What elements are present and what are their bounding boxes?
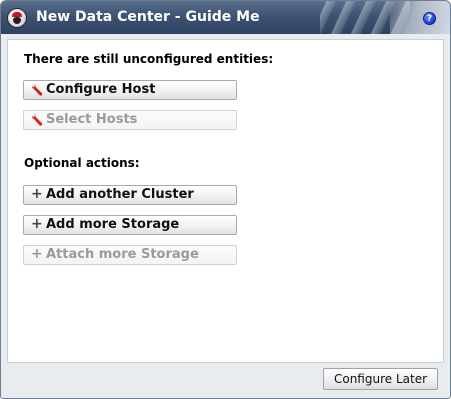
logo-face-shape bbox=[13, 17, 21, 24]
select-hosts-button[interactable]: Select Hosts bbox=[23, 110, 237, 130]
add-more-storage-label: Add more Storage bbox=[46, 217, 180, 232]
attach-more-storage-button[interactable]: + Attach more Storage bbox=[23, 245, 237, 265]
select-hosts-label: Select Hosts bbox=[46, 112, 138, 127]
attach-more-storage-label: Attach more Storage bbox=[46, 247, 199, 262]
app-logo-icon bbox=[7, 8, 27, 28]
dialog-content: There are still unconfigured entities: C… bbox=[7, 39, 444, 363]
add-another-cluster-button[interactable]: + Add another Cluster bbox=[23, 185, 237, 205]
configure-host-label: Configure Host bbox=[46, 82, 156, 97]
wrench-icon bbox=[32, 83, 43, 96]
plus-icon: + bbox=[31, 246, 43, 262]
unconfigured-heading: There are still unconfigured entities: bbox=[24, 52, 274, 66]
add-more-storage-button[interactable]: + Add more Storage bbox=[23, 215, 237, 235]
plus-icon: + bbox=[31, 216, 43, 232]
dialog-titlebar[interactable]: New Data Center - Guide Me ? bbox=[1, 1, 450, 34]
titlebar-highlight bbox=[390, 1, 450, 34]
configure-later-button[interactable]: Configure Later bbox=[323, 368, 438, 390]
dialog-title: New Data Center - Guide Me bbox=[36, 9, 260, 25]
help-icon[interactable]: ? bbox=[423, 12, 436, 25]
configure-host-button[interactable]: Configure Host bbox=[23, 80, 237, 100]
guide-me-dialog: New Data Center - Guide Me ? There are s… bbox=[0, 0, 451, 399]
wrench-icon bbox=[32, 113, 43, 126]
plus-icon: + bbox=[31, 186, 43, 202]
optional-actions-heading: Optional actions: bbox=[24, 156, 140, 170]
add-another-cluster-label: Add another Cluster bbox=[46, 187, 194, 202]
